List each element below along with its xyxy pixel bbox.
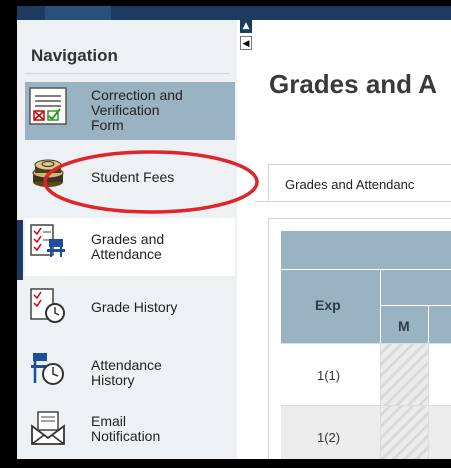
collapse-top-icon[interactable]: ▲ (240, 19, 252, 33)
checklist-icon (30, 224, 65, 257)
collapse-sidebar-button[interactable]: ◀ (240, 36, 252, 50)
sidebar-item-label: Attendance History (91, 357, 162, 388)
form-checkbox-icon (29, 87, 67, 125)
column-header-m: M (381, 305, 429, 343)
sidebar-item-grade-history[interactable]: Grade History (25, 282, 235, 340)
current-item-indicator (17, 220, 23, 280)
grades-panel: Exp M 1(1) 1(2) (268, 218, 451, 459)
attendance-history-icon (31, 353, 64, 385)
main-content: Grades and A Grades and Attendanc Exp M … (254, 20, 451, 459)
sidebar-item-label: Student Fees (91, 169, 175, 185)
screenshot-frame: Navigation Correction and Verification F (0, 0, 451, 468)
column-header-next (429, 305, 451, 343)
table-row: 1(1) (281, 343, 451, 406)
sidebar-item-grades-attendance[interactable]: Grades and Attendance (25, 218, 235, 276)
top-bar (17, 6, 451, 20)
column-header-exp: Exp (281, 269, 381, 343)
tab-grades-attendance[interactable]: Grades and Attendanc (268, 164, 451, 202)
tab-divider (254, 201, 451, 202)
sidebar-item-label: Grades and Attendance (91, 231, 165, 262)
sidebar-item-correction-form[interactable]: Correction and Verification Form (25, 82, 235, 140)
sidebar-item-email-notification[interactable]: Email Notification (25, 404, 235, 459)
column-header-group (381, 269, 451, 305)
sidebar-item-label: Email Notification (91, 413, 161, 444)
tab-label: Grades and Attendanc (285, 177, 415, 192)
grade-history-icon (30, 288, 65, 323)
coins-icon (32, 159, 64, 187)
page-title: Grades and A (269, 69, 438, 99)
envelope-icon (31, 411, 65, 445)
navigation-divider (25, 73, 229, 74)
navigation-title: Navigation (31, 46, 118, 65)
cell-disabled (381, 344, 429, 406)
sidebar-item-student-fees[interactable]: Student Fees (25, 148, 235, 206)
cell-exp: 1(1) (281, 344, 381, 406)
table-header-band (281, 231, 451, 269)
sidebar-item-label: Grade History (91, 299, 178, 315)
sidebar-item-label: Correction and Verification Form (91, 87, 183, 133)
sidebar-item-attendance-history[interactable]: Attendance History (25, 344, 235, 402)
sidebar: Navigation Correction and Verification F (17, 20, 237, 459)
cell-exp: 1(2) (281, 406, 381, 459)
table-row: 1(2) (281, 405, 451, 459)
app-window: Navigation Correction and Verification F (17, 6, 451, 459)
cell-disabled (381, 406, 429, 459)
top-bar-segment (45, 6, 111, 20)
